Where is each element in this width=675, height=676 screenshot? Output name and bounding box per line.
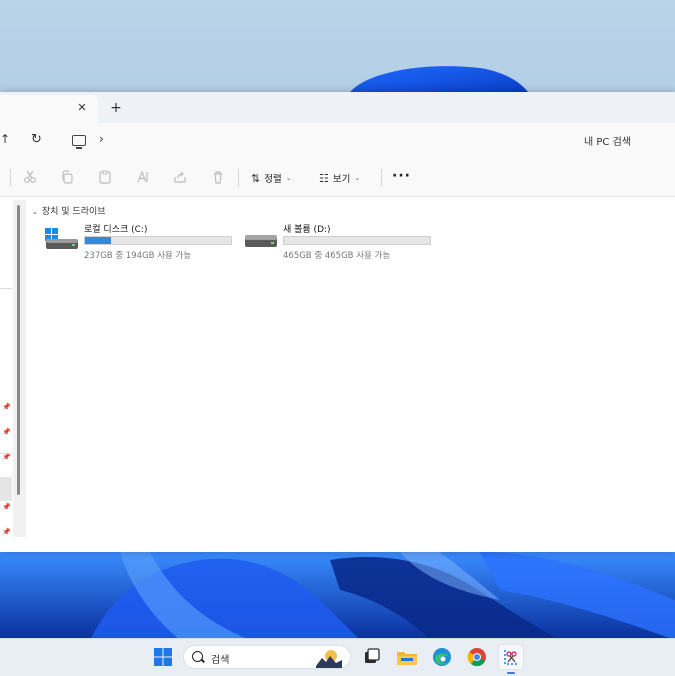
drive-item-c[interactable]: 로컬 디스크 (C:) 237GB 중 194GB 사용 가능 [45,220,235,261]
nav-divider [0,288,12,289]
pin-icon: 📌 [2,528,11,536]
share-icon[interactable] [172,170,188,186]
chevron-down-icon: ⌄ [354,174,361,182]
drive-free-space: 237GB 중 194GB 사용 가능 [84,251,192,261]
drive-free-space: 465GB 중 465GB 사용 가능 [283,251,391,261]
tab-bar: ✕ + [0,92,675,123]
drive-name: 새 볼륨 (D:) [283,225,331,235]
cut-icon[interactable] [22,170,38,186]
pin-icon: 📌 [2,453,11,461]
task-view-icon[interactable] [360,645,384,669]
view-button[interactable]: ☷ 보기 ⌄ [319,169,360,187]
nav-scrollbar-thumb[interactable] [17,205,20,495]
toolbar-divider [238,169,239,187]
snipping-tool-button[interactable] [498,644,524,670]
toolbar-divider [381,169,382,187]
up-arrow-icon[interactable]: ↑ [0,132,10,146]
tab-this-pc[interactable]: ✕ [0,95,98,123]
command-bar: ⇅ 정렬 ⌄ ☷ 보기 ⌄ ··· [0,160,675,197]
chevron-right-icon[interactable]: › [99,132,104,146]
paste-icon[interactable] [97,170,113,186]
file-explorer-icon[interactable] [395,645,419,669]
copy-icon[interactable] [59,170,75,186]
sort-button[interactable]: ⇅ 정렬 ⌄ [251,169,292,187]
address-bar-row: ↑ ↻ › [0,123,675,161]
active-app-indicator [507,672,515,674]
edge-icon[interactable] [430,645,454,669]
taskbar: 검색 [0,638,675,676]
drive-usage-bar [283,236,431,245]
nav-divider [0,453,12,454]
search-icon [192,651,203,662]
snipping-tool-icon [504,650,517,665]
search-highlight-icon [316,650,342,668]
chevron-down-icon: ⌄ [285,174,292,182]
chevron-down-icon: ⌄ [32,208,38,216]
pin-icon: 📌 [2,403,11,411]
drive-usage-bar [84,236,232,245]
drive-usage-fill [85,237,112,244]
nav-item-this-pc-selected[interactable] [0,477,12,501]
file-explorer-window: ✕ + ↑ ↻ › 내 PC 검색 ⇅ 정렬 ⌄ ☷ 보기 ⌄ ··· 📌 📌 … [0,92,675,552]
refresh-icon[interactable]: ↻ [31,132,42,147]
windows-drive-icon [45,228,78,249]
address-field[interactable]: › [64,129,554,153]
pin-icon: 📌 [2,503,11,511]
more-options-button[interactable]: ··· [392,168,411,184]
taskbar-search-box[interactable]: 검색 [183,645,351,669]
sort-icon: ⇅ [251,171,261,185]
chrome-icon[interactable] [465,645,489,669]
group-header-label: 장치 및 드라이브 [41,207,106,217]
view-label: 보기 [332,174,351,185]
rename-icon[interactable] [135,170,151,186]
new-tab-button[interactable]: + [109,101,123,115]
close-tab-icon[interactable]: ✕ [76,102,88,114]
view-icon: ☷ [319,171,329,185]
drive-name: 로컬 디스크 (C:) [84,225,148,235]
start-icon[interactable] [151,645,175,669]
delete-icon[interactable] [210,170,226,186]
drive-icon [245,235,277,247]
pin-icon: 📌 [2,428,11,436]
taskbar-search-label: 검색 [211,655,230,666]
devices-group-header[interactable]: ⌄ 장치 및 드라이브 [32,204,106,217]
toolbar-divider [10,169,11,187]
this-pc-icon [72,135,86,149]
sort-label: 정렬 [264,174,282,185]
search-field[interactable] [566,129,675,155]
search-input[interactable] [566,129,675,155]
drive-item-d[interactable]: 새 볼륨 (D:) 465GB 중 465GB 사용 가능 [244,220,434,261]
